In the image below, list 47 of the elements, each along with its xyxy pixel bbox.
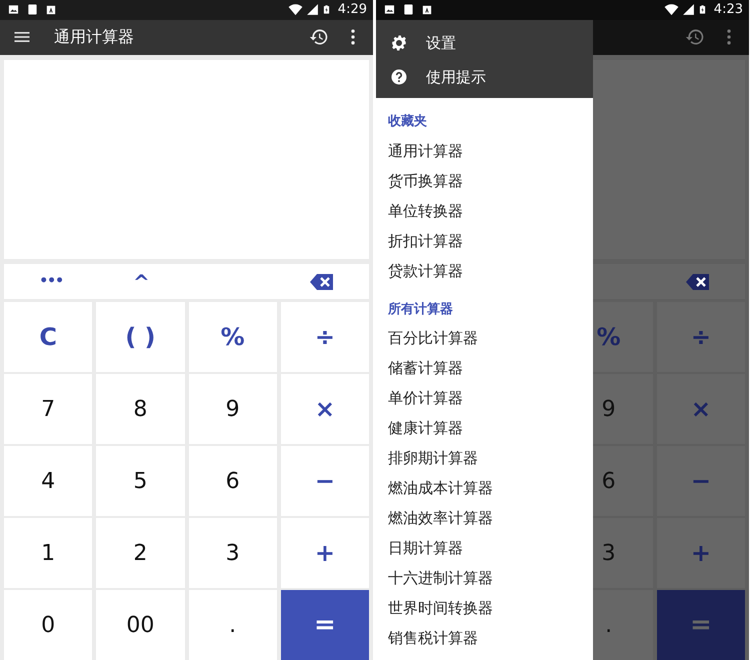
notification-icon (27, 2, 38, 18)
wifi-icon (664, 2, 679, 18)
number-key[interactable]: 3 (188, 518, 277, 588)
text-box-icon (422, 4, 432, 15)
number-key[interactable]: 6 (188, 446, 277, 516)
number-key[interactable]: 1 (4, 518, 92, 588)
history-icon[interactable] (309, 27, 329, 48)
menu-item[interactable]: 设置 (426, 32, 456, 54)
wifi-icon (288, 2, 303, 18)
drawer-item[interactable]: 通用计算器 (376, 136, 593, 166)
number-key[interactable]: 2 (96, 518, 184, 588)
number-key[interactable]: 9 (188, 374, 277, 444)
image-icon (384, 4, 395, 16)
settings-icon (390, 34, 408, 52)
app-title: 通用计算器 (54, 26, 134, 48)
number-key[interactable]: . (188, 590, 277, 660)
number-key[interactable]: 8 (96, 374, 184, 444)
drawer-item[interactable]: 折扣计算器 (376, 226, 593, 256)
clock-time: 4:23 (714, 1, 743, 20)
operator-key[interactable]: ( ) (96, 302, 184, 372)
drawer-item[interactable]: 贷款计算器 (376, 256, 593, 286)
menu-item[interactable]: 使用提示 (426, 66, 486, 88)
text-box-icon (46, 4, 56, 15)
section-heading: 收藏夹 (387, 113, 428, 131)
operator-key[interactable]: % (188, 302, 277, 372)
signal-icon (306, 3, 319, 16)
operator-key[interactable]: C (4, 302, 92, 372)
clock-time: 4:29 (338, 1, 367, 20)
section-heading: 所有计算器 (386, 300, 454, 318)
function-key[interactable]: ••• (39, 271, 64, 292)
signal-icon (682, 3, 695, 16)
drawer-item[interactable]: 货币换算器 (376, 166, 593, 196)
operator-key[interactable]: × (280, 374, 369, 444)
image-icon (8, 4, 19, 16)
operator-key[interactable]: − (280, 446, 369, 516)
number-key[interactable]: 4 (4, 446, 92, 516)
operator-key[interactable]: ÷ (280, 302, 369, 372)
notification-icon (403, 2, 414, 18)
number-key[interactable]: 5 (96, 446, 184, 516)
function-key[interactable]: ^ (132, 266, 150, 297)
help-icon (390, 68, 408, 86)
number-key[interactable]: 0 (4, 590, 92, 660)
equals-key[interactable]: = (280, 590, 369, 660)
number-key[interactable]: 00 (96, 590, 184, 660)
drawer-item[interactable]: 单位转换器 (376, 196, 593, 226)
operator-key[interactable]: + (280, 518, 369, 588)
number-key[interactable]: 7 (4, 374, 92, 444)
